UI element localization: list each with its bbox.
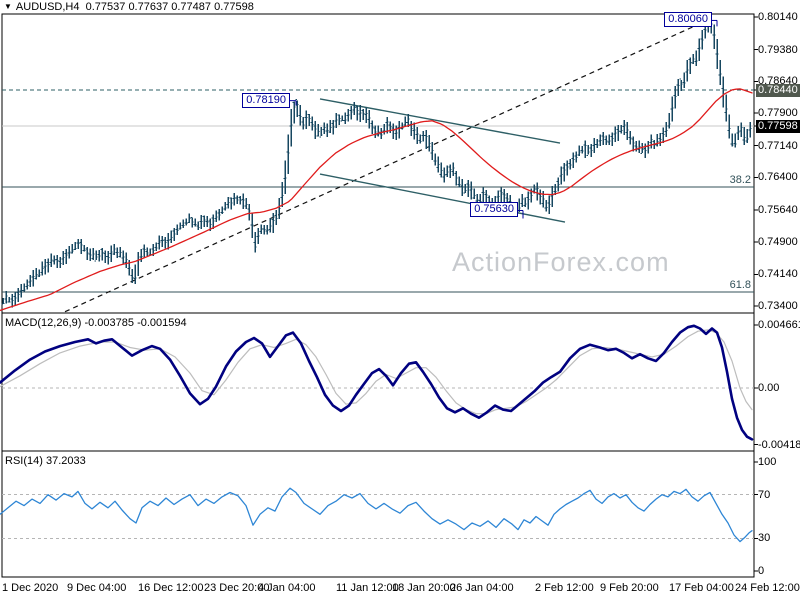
date-axis-label: 9 Dec 04:00 xyxy=(67,582,127,594)
rsi-axis-label: 70 xyxy=(758,489,771,501)
date-axis-label: 24 Feb 12:00 xyxy=(735,582,800,594)
price-axis-label: 0.77598 xyxy=(756,120,800,133)
price-axis-label: 0.78440 xyxy=(756,84,800,97)
header-symbol: AUDUSD,H4 xyxy=(15,1,80,13)
rsi-axis-label: 100 xyxy=(758,456,777,468)
fib-level-label: 38.2 xyxy=(729,174,751,186)
rsi-axis-label: 0 xyxy=(758,565,765,577)
price-axis-label: 0.77900 xyxy=(758,107,798,119)
symbol-ohlc-header: ▼ AUDUSD,H4 0.77537 0.77637 0.77487 0.775… xyxy=(4,1,254,13)
rsi-line xyxy=(0,487,753,543)
moving-average-line xyxy=(0,88,753,312)
rsi-indicator-label: RSI(14) 37.2033 xyxy=(5,455,86,467)
header-ohlc: 0.77537 0.77637 0.77487 0.77598 xyxy=(85,1,254,13)
price-axis-label: 0.77140 xyxy=(758,140,798,152)
macd-indicator-label: MACD(12,26,9) -0.003785 -0.001594 xyxy=(5,317,187,329)
price-axis-label: 0.76400 xyxy=(758,171,798,183)
macd-axis-label: -0.004187 xyxy=(758,439,800,451)
date-axis-label: 11 Jan 12:00 xyxy=(336,582,399,594)
fib-level-label: 61.8 xyxy=(729,279,751,291)
price-axis-label: 0.80140 xyxy=(758,11,798,23)
date-axis-label: 1 Dec 2020 xyxy=(2,582,59,594)
price-pane-border xyxy=(1,13,755,314)
rsi-pane-border xyxy=(1,450,755,578)
price-axis-label: 0.74140 xyxy=(758,268,798,280)
date-axis-label: 16 Dec 12:00 xyxy=(138,582,204,594)
macd-line xyxy=(0,324,754,441)
price-axis-label: 0.73400 xyxy=(758,300,798,312)
chart-canvas[interactable] xyxy=(0,0,800,600)
channel-upper-line xyxy=(319,98,561,144)
price-axis-label: 0.79380 xyxy=(758,44,798,56)
candlestick-series xyxy=(1,17,752,308)
macd-axis-label: 0.00 xyxy=(758,382,780,394)
date-axis-label: 4 Jan 04:00 xyxy=(258,582,316,594)
rsi-axis-label: 30 xyxy=(758,532,771,544)
chevron-down-icon: ▼ xyxy=(4,2,12,11)
date-axis-label: 26 Jan 04:00 xyxy=(450,582,514,594)
resistance-price-label[interactable]: 0.78190 xyxy=(242,93,290,108)
date-axis-label: 18 Jan 20:00 xyxy=(392,582,456,594)
date-axis-label: 9 Feb 20:00 xyxy=(600,582,659,594)
rising-trendline xyxy=(64,19,709,313)
trading-chart[interactable]: ActionForex.com ▼ AUDUSD,H4 0.77537 0.776… xyxy=(0,0,800,600)
swing-high-price-label[interactable]: 0.80060 xyxy=(664,12,712,27)
support-price-label[interactable]: 0.75630 xyxy=(470,202,518,217)
date-axis-label: 17 Feb 04:00 xyxy=(669,582,734,594)
price-axis-label: 0.75640 xyxy=(758,204,798,216)
price-axis-label: 0.74900 xyxy=(758,236,798,248)
date-axis-label: 2 Feb 12:00 xyxy=(535,582,594,594)
macd-axis-label: 0.004661 xyxy=(758,319,800,331)
macd-pane-border xyxy=(1,312,755,452)
